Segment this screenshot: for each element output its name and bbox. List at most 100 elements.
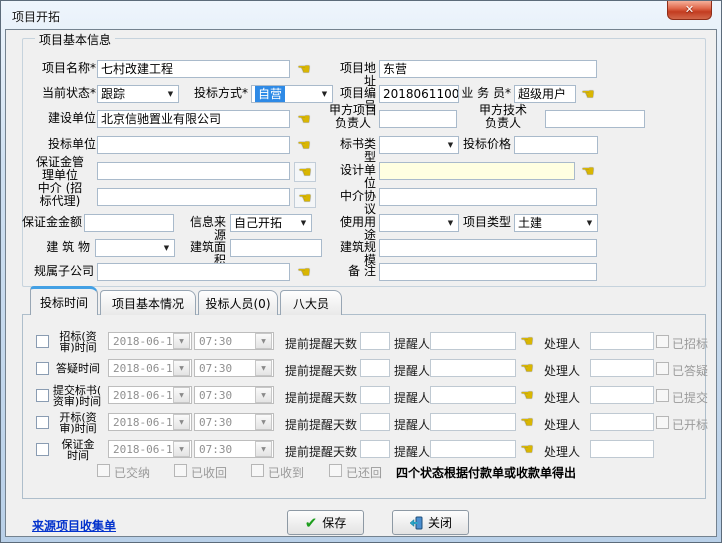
- project-type-select[interactable]: 土建▼: [514, 214, 598, 232]
- schedule-time-select[interactable]: 07:30▼: [194, 332, 274, 350]
- remind-days-input[interactable]: [360, 386, 390, 404]
- status-checkbox[interactable]: [656, 335, 669, 348]
- agency-lookup-icon[interactable]: ☚: [294, 188, 316, 208]
- tab-bid-personnel[interactable]: 投标人员(0): [198, 290, 278, 315]
- project-address-input[interactable]: 东营: [379, 60, 597, 78]
- construction-unit-input[interactable]: 北京信驰置业有限公司: [97, 110, 290, 128]
- handler-input[interactable]: [590, 413, 654, 431]
- reminder-input[interactable]: [430, 386, 516, 404]
- reminder-input[interactable]: [430, 413, 516, 431]
- reminder-label: 提醒人: [394, 389, 430, 406]
- bid-unit-lookup-icon[interactable]: ☚: [294, 136, 314, 154]
- schedule-row: 答疑时间 2018-06-12▼ 07:30▼ 提前提醒天数 提醒人 ☚ 处理人…: [6, 359, 716, 379]
- design-unit-lookup-icon[interactable]: ☚: [578, 162, 598, 180]
- construction-unit-lookup-icon[interactable]: ☚: [294, 110, 314, 128]
- titlebar-close-button[interactable]: ✕: [667, 1, 712, 20]
- project-name-lookup-icon[interactable]: ☚: [294, 60, 314, 78]
- save-button[interactable]: ✔ 保存: [287, 510, 364, 535]
- project-name-input[interactable]: 七村改建工程: [97, 60, 290, 78]
- schedule-row-label: 保证金 时间: [46, 439, 110, 461]
- chevron-down-icon: ▼: [296, 219, 311, 227]
- owner-project-manager-label: 甲方项目 负责人: [328, 104, 378, 130]
- bid-doc-type-select[interactable]: ▼: [379, 136, 459, 154]
- schedule-date-select[interactable]: 2018-06-12▼: [108, 440, 192, 458]
- info-source-select[interactable]: 自己开拓▼: [230, 214, 312, 232]
- agency-agreement-input[interactable]: [379, 188, 597, 206]
- status-checkbox[interactable]: [656, 389, 669, 402]
- project-no-input[interactable]: 20180611001: [379, 85, 459, 103]
- salesman-input[interactable]: 超级用户: [514, 85, 576, 103]
- reminder-lookup-icon[interactable]: ☚: [517, 359, 537, 377]
- schedule-date-select[interactable]: 2018-06-12▼: [108, 332, 192, 350]
- reminder-lookup-icon[interactable]: ☚: [517, 440, 537, 458]
- remind-days-input[interactable]: [360, 413, 390, 431]
- received-checkbox[interactable]: [251, 464, 264, 477]
- handler-label: 处理人: [544, 443, 580, 460]
- bid-method-select[interactable]: 自营▼: [251, 85, 333, 103]
- design-unit-input[interactable]: [379, 162, 575, 180]
- schedule-time-select[interactable]: 07:30▼: [194, 359, 274, 377]
- schedule-date-select[interactable]: 2018-06-12▼: [108, 359, 192, 377]
- reminder-input[interactable]: [430, 359, 516, 377]
- deposit-mgmt-unit-input[interactable]: [97, 162, 290, 180]
- subsidiary-lookup-icon[interactable]: ☚: [294, 263, 314, 281]
- bid-unit-input[interactable]: [97, 136, 290, 154]
- reminder-lookup-icon[interactable]: ☚: [517, 332, 537, 350]
- check-icon: ✔: [305, 517, 318, 529]
- remind-days-input[interactable]: [360, 359, 390, 377]
- status-checkbox[interactable]: [656, 362, 669, 375]
- building-label: 建 筑 物: [26, 241, 90, 254]
- agency-input[interactable]: [97, 188, 290, 206]
- status-label: 已招标: [672, 335, 708, 352]
- subsidiary-input[interactable]: [97, 263, 290, 281]
- tab-eight-staff[interactable]: 八大员: [280, 290, 342, 315]
- usage-label: 使用用途: [330, 216, 376, 242]
- reminder-lookup-icon[interactable]: ☚: [517, 413, 537, 431]
- salesman-lookup-icon[interactable]: ☚: [578, 85, 598, 103]
- recovered-checkbox[interactable]: [174, 464, 187, 477]
- remind-days-input[interactable]: [360, 332, 390, 350]
- tab-project-basic-info[interactable]: 项目基本情况: [100, 290, 196, 315]
- reminder-input[interactable]: [430, 440, 516, 458]
- chevron-down-icon: ▼: [173, 414, 190, 430]
- schedule-time-select[interactable]: 07:30▼: [194, 440, 274, 458]
- paid-checkbox[interactable]: [97, 464, 110, 477]
- handler-input[interactable]: [590, 440, 654, 458]
- status-checkbox[interactable]: [656, 416, 669, 429]
- deposit-mgmt-unit-lookup-icon[interactable]: ☚: [294, 162, 316, 182]
- remind-days-input[interactable]: [360, 440, 390, 458]
- handler-label: 处理人: [544, 416, 580, 433]
- deposit-amount-input[interactable]: [84, 214, 174, 232]
- schedule-date-select[interactable]: 2018-06-12▼: [108, 413, 192, 431]
- handler-input[interactable]: [590, 386, 654, 404]
- status-note: 四个状态根据付款单或收款单得出: [396, 464, 576, 481]
- tab-bid-time[interactable]: 投标时间: [30, 286, 98, 315]
- schedule-time-select[interactable]: 07:30▼: [194, 413, 274, 431]
- close-button[interactable]: 关闭: [392, 510, 469, 535]
- remind-days-label: 提前提醒天数: [285, 335, 357, 352]
- chevron-down-icon: ▼: [443, 219, 458, 227]
- schedule-time-select[interactable]: 07:30▼: [194, 386, 274, 404]
- owner-tech-manager-input[interactable]: [545, 110, 645, 128]
- owner-tech-manager-label: 甲方技术 负责人: [464, 104, 542, 130]
- schedule-date-select[interactable]: 2018-06-12▼: [108, 386, 192, 404]
- owner-project-manager-input[interactable]: [379, 110, 457, 128]
- reminder-lookup-icon[interactable]: ☚: [517, 386, 537, 404]
- project-development-dialog: 项目开拓 ✕ 项目基本信息 项目名称* 七村改建工程 ☚ 项目地址 东营 当前状…: [0, 0, 722, 543]
- remark-input[interactable]: [379, 263, 597, 281]
- usage-select[interactable]: ▼: [379, 214, 459, 232]
- reminder-input[interactable]: [430, 332, 516, 350]
- handler-input[interactable]: [590, 359, 654, 377]
- returned-checkbox[interactable]: [329, 464, 342, 477]
- remind-days-label: 提前提醒天数: [285, 362, 357, 379]
- source-collection-link[interactable]: 来源项目收集单: [32, 517, 116, 534]
- building-area-input[interactable]: [230, 239, 322, 257]
- handler-input[interactable]: [590, 332, 654, 350]
- building-scale-input[interactable]: [379, 239, 597, 257]
- building-select[interactable]: ▼: [95, 239, 175, 257]
- bid-price-input[interactable]: [514, 136, 598, 154]
- current-status-select[interactable]: 跟踪▼: [97, 85, 179, 103]
- paid-label: 已交纳: [114, 464, 150, 481]
- bid-doc-type-label: 标书类型: [330, 138, 376, 164]
- titlebar[interactable]: 项目开拓 ✕: [1, 1, 721, 29]
